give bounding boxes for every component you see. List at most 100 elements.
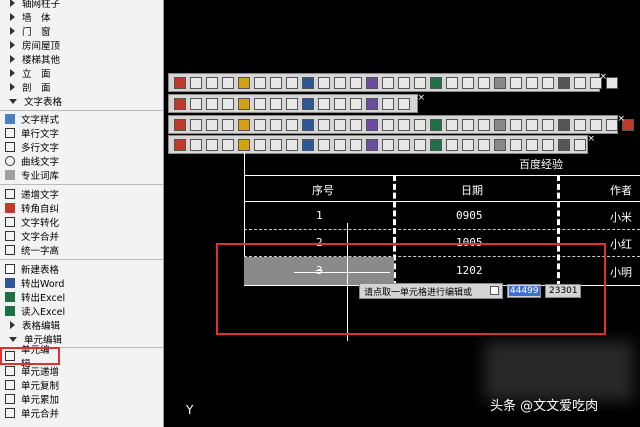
toolbar-button-icon[interactable] [318,118,330,131]
toolbar-button-icon[interactable] [286,76,298,89]
toolbar-button-icon[interactable] [238,76,250,89]
toolbar-button-icon[interactable] [542,76,554,89]
toolbar-button-icon[interactable] [350,138,362,151]
menu-item-cell-merge[interactable]: 单元合并 [0,406,163,420]
toolbar-button-icon[interactable] [254,76,266,89]
toolbar-button-icon[interactable] [526,76,538,89]
toolbar-button-icon[interactable] [222,76,234,89]
toolbar-button-icon[interactable] [270,97,282,110]
toolbar-button-icon[interactable] [574,118,586,131]
toolbar-button-icon[interactable] [542,138,554,151]
toolbar-button-icon[interactable] [190,118,202,131]
toolbar-button-icon[interactable] [430,76,442,89]
toolbar-button-icon[interactable] [318,97,330,110]
toolbar-button-icon[interactable] [478,118,490,131]
menu-item-table-edit[interactable]: 表格编辑 [0,318,163,332]
drawing-canvas[interactable]: 百度经验 序号 日期 作者 1 0905 小米 2 1005 小红 3 1202… [164,151,640,427]
toolbar-button-icon[interactable] [558,76,570,89]
toolbar-button-icon[interactable] [366,118,378,131]
toolbar-button-icon[interactable] [558,138,570,151]
toolbar-button-icon[interactable] [606,118,618,131]
toolbar-button-icon[interactable] [350,118,362,131]
toolbar-button-icon[interactable] [334,97,346,110]
toolbar-button-icon[interactable] [222,138,234,151]
toolbar-button-icon[interactable] [302,138,314,151]
toolbar-button-icon[interactable] [398,118,410,131]
toolbar-button-icon[interactable] [590,118,602,131]
menu-item-door-window[interactable]: 门 窗 [0,24,163,38]
toolbar-button-icon[interactable] [510,138,522,151]
toolbar-button-icon[interactable] [318,76,330,89]
toolbar-button-icon[interactable] [174,97,186,110]
menu-item-cell-sum[interactable]: 单元累加 [0,392,163,406]
menu-item-import-excel[interactable]: 读入Excel [0,304,163,318]
toolbar-button-icon[interactable] [478,138,490,151]
menu-item-multi-text[interactable]: 多行文字 [0,140,163,154]
menu-item-text-merge[interactable]: 文字合并 [0,229,163,243]
toolbar-button-icon[interactable] [382,97,394,110]
toolbar-button-icon[interactable] [286,118,298,131]
menu-item-text-convert[interactable]: 文字转化 [0,215,163,229]
toolbar-button-icon[interactable] [542,118,554,131]
menu-item-new-table[interactable]: 新建表格 [0,262,163,276]
toolbar-button-icon[interactable] [510,118,522,131]
toolbar-button-icon[interactable] [238,97,250,110]
toolbar-button-icon[interactable] [286,138,298,151]
toolbar-button-icon[interactable] [382,138,394,151]
close-icon[interactable]: × [617,114,625,124]
toolbar-button-icon[interactable] [494,76,506,89]
toolbar-button-icon[interactable] [270,118,282,131]
toolbar-button-icon[interactable] [238,138,250,151]
menu-item-axis[interactable]: 轴网柱子 [0,0,163,10]
toolbar-button-icon[interactable] [494,118,506,131]
menu-item-elevation[interactable]: 立 面 [0,66,163,80]
toolbar-button-icon[interactable] [446,76,458,89]
toolbar-button-icon[interactable] [606,76,618,89]
toolbar-button-icon[interactable] [302,118,314,131]
toolbar-button-icon[interactable] [350,97,362,110]
toolbar-button-icon[interactable] [574,138,586,151]
toolbar-button-icon[interactable] [510,76,522,89]
menu-item-export-word[interactable]: 转出Word [0,276,163,290]
toolbar-button-icon[interactable] [254,97,266,110]
menu-item-room-roof[interactable]: 房间屋顶 [0,38,163,52]
toolbar-button-icon[interactable] [190,97,202,110]
toolbar-button-icon[interactable] [206,118,218,131]
toolbar-button-icon[interactable] [382,76,394,89]
toolbar-button-icon[interactable] [222,118,234,131]
toolbar-button-icon[interactable] [190,76,202,89]
toolbar-button-icon[interactable] [446,138,458,151]
toolbar-button-icon[interactable] [190,138,202,151]
menu-item-stairs[interactable]: 楼梯其他 [0,52,163,66]
toolbar-button-icon[interactable] [446,118,458,131]
toolbar-button-icon[interactable] [238,118,250,131]
toolbar-button-icon[interactable] [254,118,266,131]
toolbar-button-icon[interactable] [382,118,394,131]
toolbar-button-icon[interactable] [462,76,474,89]
menu-item-wall[interactable]: 墙 体 [0,10,163,24]
toolbar-button-icon[interactable] [366,97,378,110]
close-icon[interactable]: × [417,93,425,103]
menu-item-text-style[interactable]: 文字样式 [0,112,163,126]
toolbar-button-icon[interactable] [302,97,314,110]
toolbar-button-icon[interactable] [270,76,282,89]
toolbar-button-icon[interactable] [478,76,490,89]
toolbar-button-icon[interactable] [494,138,506,151]
menu-item-cell-increment[interactable]: 单元递增 [0,364,163,378]
menu-item-cell-copy[interactable]: 单元复制 [0,378,163,392]
toolbar-button-icon[interactable] [334,118,346,131]
toolbar-button-icon[interactable] [206,76,218,89]
menu-item-term-library[interactable]: 专业词库 [0,168,163,182]
toolbar-button-icon[interactable] [558,118,570,131]
toolbar-button-icon[interactable] [398,138,410,151]
menu-item-section[interactable]: 剖 面 [0,80,163,94]
toolbar-button-icon[interactable] [302,76,314,89]
toolbar-button-icon[interactable] [334,138,346,151]
toolbar-button-icon[interactable] [350,76,362,89]
toolbar-button-icon[interactable] [430,138,442,151]
toolbar-button-icon[interactable] [414,138,426,151]
menu-item-cell-edit[interactable]: 单元编辑 [0,345,60,370]
toolbar-button-icon[interactable] [526,118,538,131]
toolbar-button-icon[interactable] [414,76,426,89]
toolbar-button-icon[interactable] [462,118,474,131]
